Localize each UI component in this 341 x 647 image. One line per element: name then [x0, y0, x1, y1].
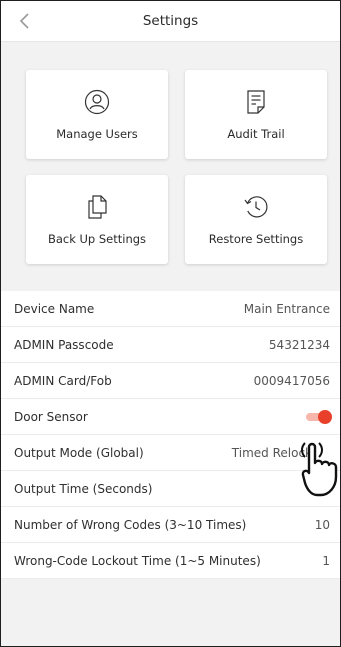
- manage-users-button[interactable]: Manage Users: [26, 70, 168, 159]
- row-value: Timed Relock: [231, 445, 312, 460]
- row-value: 0009417056: [253, 373, 330, 388]
- restore-settings-button[interactable]: Restore Settings: [185, 175, 327, 264]
- copy-icon: [88, 194, 107, 219]
- row-label: ADMIN Passcode: [14, 337, 114, 352]
- row-value: 54321234: [268, 337, 330, 352]
- audit-trail-button[interactable]: Audit Trail: [185, 70, 327, 159]
- manage-users-label: Manage Users: [56, 126, 138, 141]
- device-name-row[interactable]: Device Name Main Entrance: [1, 291, 340, 327]
- restore-settings-label: Restore Settings: [208, 231, 304, 246]
- door-sensor-row: Door Sensor: [1, 399, 340, 435]
- output-mode-row[interactable]: Output Mode (Global) Timed Relock: [1, 435, 340, 471]
- action-tiles: Manage Users Audit Trail Back Up Setting…: [1, 42, 340, 272]
- row-value: 1: [322, 553, 330, 568]
- row-label: Device Name: [14, 301, 95, 316]
- row-label: Output Mode (Global): [14, 445, 144, 460]
- header: Settings: [1, 1, 340, 42]
- settings-list: Device Name Main Entrance ADMIN Passcode…: [1, 291, 340, 579]
- back-up-settings-label: Back Up Settings: [47, 231, 147, 246]
- back-up-settings-button[interactable]: Back Up Settings: [26, 175, 168, 264]
- row-label: Output Time (Seconds): [14, 481, 153, 496]
- admin-card-fob-row[interactable]: ADMIN Card/Fob 0009417056: [1, 363, 340, 399]
- chevron-left-icon: [19, 13, 29, 29]
- toggle-knob: [318, 409, 332, 424]
- row-label: ADMIN Card/Fob: [14, 373, 112, 388]
- row-label: Wrong-Code Lockout Time (1~5 Minutes): [14, 553, 261, 568]
- row-label: Number of Wrong Codes (3~10 Times): [14, 517, 247, 532]
- wrong-codes-row[interactable]: Number of Wrong Codes (3~10 Times) 10: [1, 507, 340, 543]
- back-button[interactable]: [13, 9, 37, 33]
- door-sensor-toggle[interactable]: [306, 409, 332, 424]
- admin-passcode-row[interactable]: ADMIN Passcode 54321234: [1, 327, 340, 363]
- output-time-row[interactable]: Output Time (Seconds) 5: [1, 471, 340, 507]
- audit-trail-label: Audit Trail: [227, 126, 285, 141]
- row-label: Door Sensor: [14, 409, 88, 424]
- phone-screen: Settings Manage Users Audit Trail Back U…: [0, 0, 341, 647]
- page-title: Settings: [142, 13, 199, 29]
- row-value: 10: [314, 517, 330, 532]
- history-icon: [244, 195, 268, 217]
- document-icon: [247, 89, 265, 114]
- user-icon: [84, 89, 110, 114]
- row-value: Main Entrance: [243, 301, 330, 316]
- lockout-time-row[interactable]: Wrong-Code Lockout Time (1~5 Minutes) 1: [1, 543, 340, 579]
- pointing-hand-icon: [301, 442, 338, 497]
